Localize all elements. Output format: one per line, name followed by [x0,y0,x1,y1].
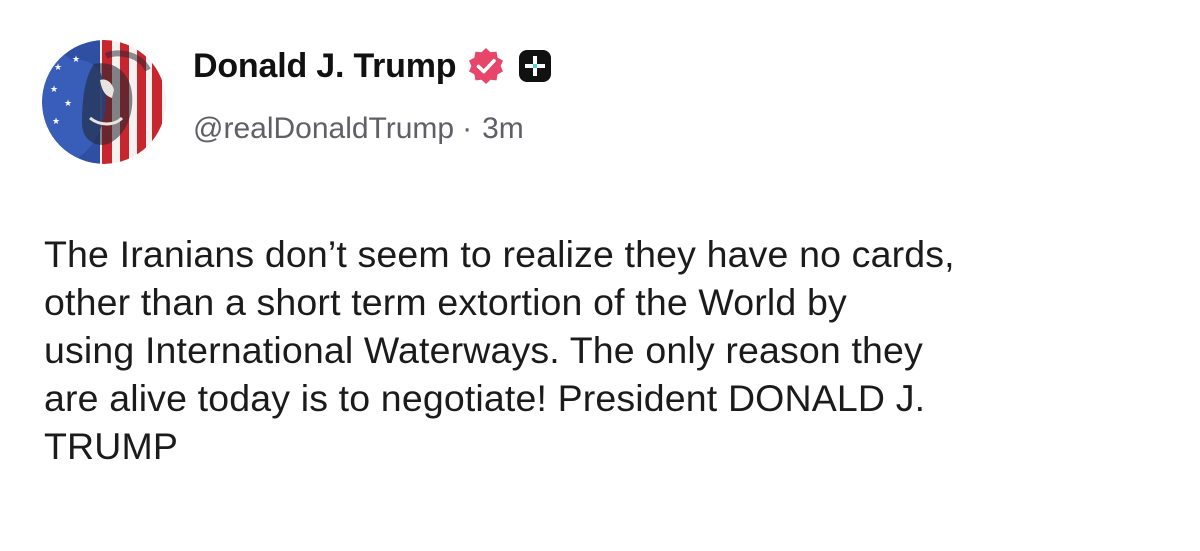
svg-text:★: ★ [52,117,60,127]
svg-text:★: ★ [64,99,72,109]
author-handle[interactable]: @realDonaldTrump [193,112,454,145]
verified-badge-icon [466,46,506,86]
svg-text:★: ★ [50,85,58,95]
svg-text:★: ★ [72,55,80,65]
svg-text:★: ★ [54,63,62,73]
post-text-line: using International Waterways. The only … [44,329,923,371]
post-timestamp[interactable]: 3m [482,112,524,145]
post-text-line: are alive today is to negotiate! Preside… [44,377,926,419]
plus-badge-icon [518,49,552,83]
avatar-image: ★ ★ ★ ★ ★ [42,40,166,164]
post-card: ★ ★ ★ ★ ★ Donald J. Trump @realDonaldTru… [0,0,1200,551]
post-text-line: other than a short term extortion of the… [44,281,847,323]
post-text-line: TRUMP [44,425,179,467]
meta-separator: · [462,112,473,145]
author-meta-row: @realDonaldTrump · 3m [193,112,524,146]
post-text-line: The Iranians don’t seem to realize they … [44,233,955,275]
author-name-row: Donald J. Trump [193,40,552,92]
post-text: The Iranians don’t seem to realize they … [44,230,1164,470]
avatar[interactable]: ★ ★ ★ ★ ★ [42,40,166,164]
author-display-name[interactable]: Donald J. Trump [193,47,457,86]
